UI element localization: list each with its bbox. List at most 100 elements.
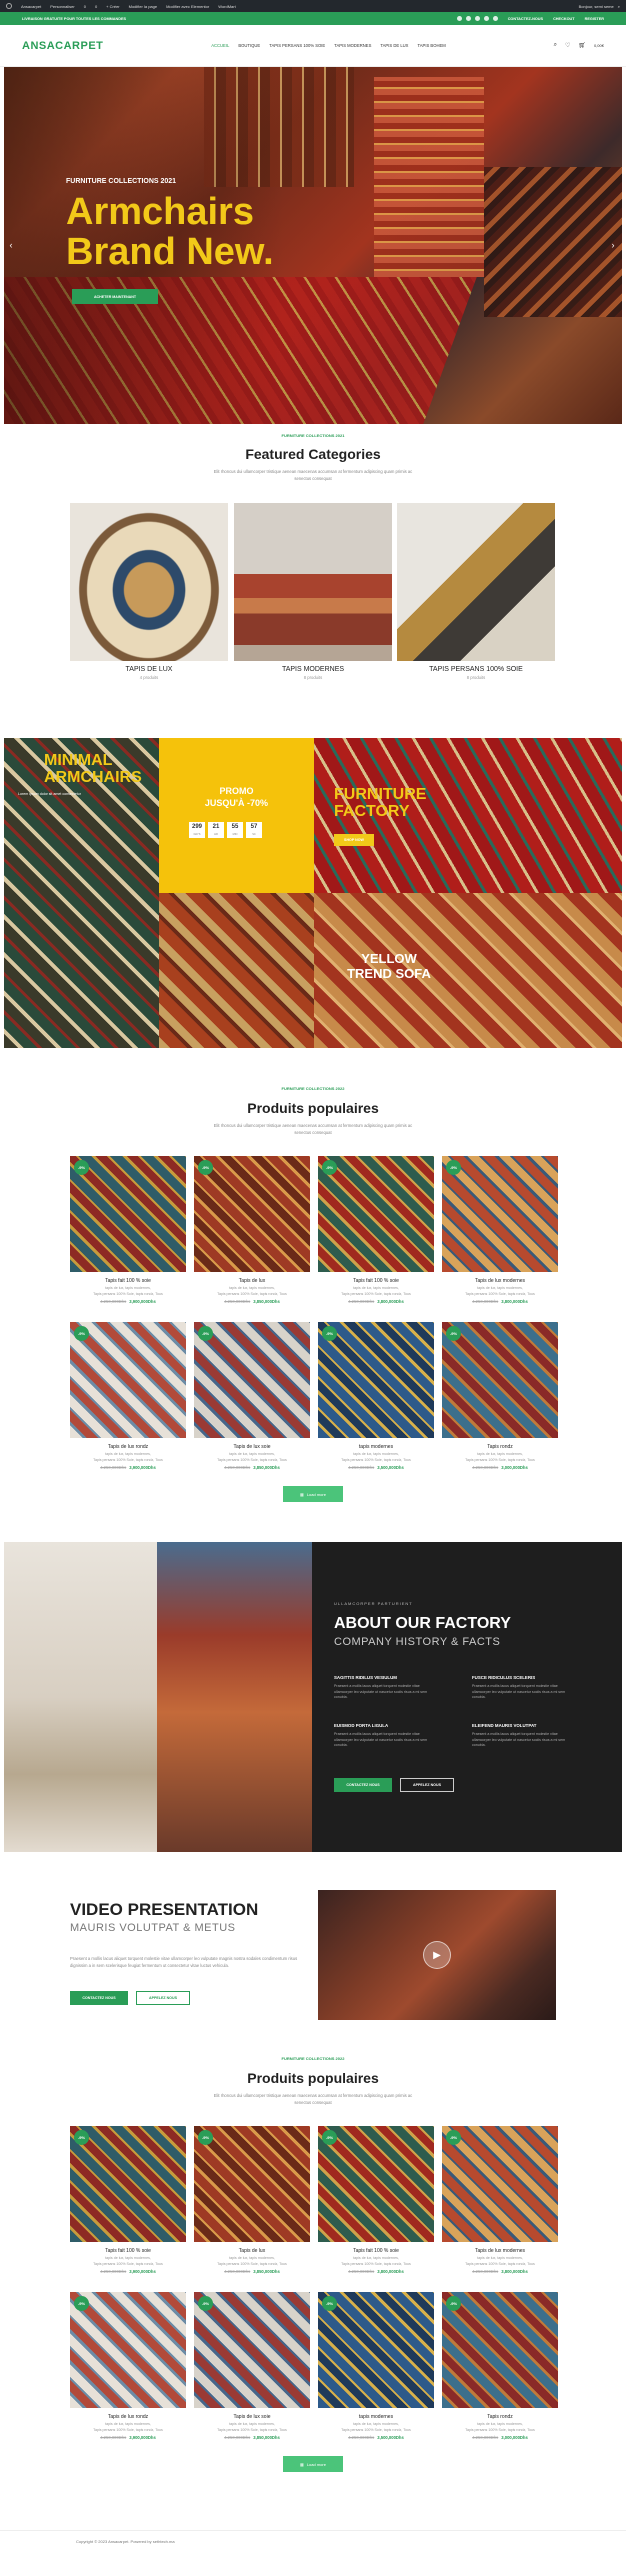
admin-item[interactable]: Modifier la page — [129, 4, 157, 9]
product-card[interactable]: -9% Tapis de lux soie tapis de lux, tapis … — [194, 2292, 310, 2440]
category-name[interactable]: TAPIS MODERNES — [234, 666, 392, 673]
linkedin-icon[interactable] — [483, 16, 489, 21]
topbar-link[interactable]: CONTACTEZ-NOUS — [508, 17, 543, 21]
product-image[interactable]: -9% — [442, 2292, 558, 2408]
contact-button[interactable]: CONTACTEZ NOUS — [70, 1991, 128, 2005]
nav-item-persans[interactable]: TAPIS PERSANS 100% SOIE — [269, 43, 325, 48]
category-image[interactable] — [397, 503, 555, 661]
load-more-button[interactable]: ▦ Load more — [283, 2456, 343, 2472]
product-image[interactable]: -9% — [70, 2126, 186, 2242]
hero-shop-button[interactable]: ACHETER MAINTENANT — [72, 289, 158, 304]
product-name[interactable]: Tapis de lux rondz — [70, 1444, 186, 1450]
nav-item-bohem[interactable]: TAPIS BOHEM — [417, 43, 445, 48]
nav-item-lux[interactable]: TAPIS DE LUX — [380, 43, 408, 48]
product-image[interactable]: -9% — [194, 1156, 310, 1272]
product-name[interactable]: Tapis de lux soie — [194, 2414, 310, 2420]
product-card[interactable]: -9% tapis modernes tapis de lux, tapis mod… — [318, 2292, 434, 2440]
product-name[interactable]: Tapis de lux — [194, 1278, 310, 1284]
product-image[interactable]: -9% — [318, 1156, 434, 1272]
category-card[interactable]: TAPIS DE LUX 4 produits — [70, 503, 228, 680]
product-card[interactable]: -9% Tapis de lux soie tapis de lux, tapis … — [194, 1322, 310, 1470]
product-image[interactable]: -9% — [318, 2292, 434, 2408]
product-card[interactable]: -9% Tapis de lux rondz tapis de lux, tapis… — [70, 2292, 186, 2440]
admin-item[interactable]: 0 — [84, 4, 86, 9]
product-card[interactable]: -9% Tapis rondz tapis de lux, tapis modern… — [442, 2292, 558, 2440]
nav-item-boutique[interactable]: BOUTIQUE — [238, 43, 260, 48]
product-name[interactable]: Tapis de lux — [194, 2248, 310, 2254]
topbar-link[interactable]: REGISTER — [585, 17, 604, 21]
product-card[interactable]: -9% Tapis rondz tapis de lux, tapis modern… — [442, 1322, 558, 1470]
product-name[interactable]: tapis modernes — [318, 1444, 434, 1450]
promo-tile-sale[interactable]: PROMO JUSQU'À -70% 299 DAYS 21 HR 55 MIN 57… — [159, 738, 314, 893]
category-image[interactable] — [70, 503, 228, 661]
promo-tile-yellow[interactable]: YELLOW TREND SOFA — [314, 893, 622, 1048]
site-logo[interactable]: ANSACARPET — [22, 40, 103, 52]
product-image[interactable]: -9% — [194, 2292, 310, 2408]
product-name[interactable]: Tapis de lux rondz — [70, 2414, 186, 2420]
product-image[interactable]: -9% — [442, 1156, 558, 1272]
chevron-right-icon[interactable]: › — [608, 240, 618, 250]
product-card[interactable]: -9% Tapis de lux tapis de lux, tapis moder… — [194, 2126, 310, 2274]
admin-item[interactable]: 0 — [95, 4, 97, 9]
product-image[interactable]: -9% — [194, 2126, 310, 2242]
admin-item[interactable]: + Créer — [106, 4, 119, 9]
product-image[interactable]: -9% — [70, 1156, 186, 1272]
product-image[interactable]: -9% — [70, 2292, 186, 2408]
admin-item[interactable]: WordMart — [218, 4, 235, 9]
telegram-icon[interactable] — [492, 16, 498, 21]
product-image[interactable]: -9% — [442, 1322, 558, 1438]
call-button[interactable]: APPELEZ NOUS — [136, 1991, 190, 2005]
nav-item-modernes[interactable]: TAPIS MODERNES — [334, 43, 371, 48]
product-name[interactable]: Tapis rondz — [442, 2414, 558, 2420]
heart-icon[interactable]: ♡ — [565, 42, 570, 49]
promo-tile-factory[interactable]: FURNITURE FACTORY SHOP NOW — [314, 738, 622, 893]
product-card[interactable]: -9% Tapis de lux modernes tapis de lux, ta… — [442, 2126, 558, 2274]
load-more-button[interactable]: ▦ Load more — [283, 1486, 343, 1502]
category-card[interactable]: TAPIS MODERNES 8 produits — [234, 503, 392, 680]
category-name[interactable]: TAPIS PERSANS 100% SOIE — [397, 666, 555, 673]
admin-item-wp[interactable] — [6, 3, 12, 9]
admin-greeting[interactable]: Bonjour, semi seme — [579, 4, 614, 9]
product-name[interactable]: Tapis fait 100 % soie — [318, 2248, 434, 2254]
pinterest-icon[interactable] — [474, 16, 480, 21]
product-image[interactable]: -9% — [442, 2126, 558, 2242]
product-name[interactable]: Tapis de lux soie — [194, 1444, 310, 1450]
admin-item[interactable]: Personnaliser — [50, 4, 74, 9]
product-card[interactable]: -9% Tapis de lux rondz tapis de lux, tapis… — [70, 1322, 186, 1470]
product-name[interactable]: Tapis rondz — [442, 1444, 558, 1450]
category-card[interactable]: TAPIS PERSANS 100% SOIE 8 produits — [397, 503, 555, 680]
product-image[interactable]: -9% — [318, 2126, 434, 2242]
category-name[interactable]: TAPIS DE LUX — [70, 666, 228, 673]
admin-item[interactable]: Modifier avec Elementor — [166, 4, 209, 9]
search-icon[interactable]: ⌕ — [618, 4, 620, 9]
product-card[interactable]: -9% Tapis de lux modernes tapis de lux, ta… — [442, 1156, 558, 1304]
nav-item-accueil[interactable]: ACCUEIL — [211, 43, 229, 48]
product-card[interactable]: -9% tapis modernes tapis de lux, tapis mod… — [318, 1322, 434, 1470]
product-image[interactable]: -9% — [318, 1322, 434, 1438]
cart-total[interactable]: 0,00€ — [594, 43, 604, 48]
search-icon[interactable]: ⌕ — [554, 42, 557, 49]
product-name[interactable]: Tapis fait 100 % soie — [70, 1278, 186, 1284]
product-name[interactable]: Tapis fait 100 % soie — [318, 1278, 434, 1284]
twitter-icon[interactable] — [465, 16, 471, 21]
play-icon[interactable]: ▶ — [423, 1941, 451, 1969]
facebook-icon[interactable] — [456, 16, 462, 21]
product-card[interactable]: -9% Tapis fait 100 % soie tapis de lux, ta… — [318, 2126, 434, 2274]
product-name[interactable]: Tapis de lux modernes — [442, 2248, 558, 2254]
product-name[interactable]: tapis modernes — [318, 2414, 434, 2420]
chevron-left-icon[interactable]: ‹ — [6, 240, 16, 250]
product-card[interactable]: -9% Tapis de lux tapis de lux, tapis moder… — [194, 1156, 310, 1304]
promo-tile-minimal[interactable]: MINIMAL ARMCHAIRS Lorem ipsum dolor sit a… — [4, 738, 159, 1048]
topbar-link[interactable]: CHECKOUT — [553, 17, 575, 21]
product-card[interactable]: -9% Tapis fait 100 % soie tapis de lux, ta… — [70, 1156, 186, 1304]
admin-item[interactable]: Ansacarpet — [21, 4, 41, 9]
promo-shop-button[interactable]: SHOP NOW — [334, 834, 374, 846]
call-button[interactable]: APPELEZ NOUS — [400, 1778, 454, 1792]
product-card[interactable]: -9% Tapis fait 100 % soie tapis de lux, ta… — [70, 2126, 186, 2274]
contact-button[interactable]: CONTACTEZ NOUS — [334, 1778, 392, 1792]
promo-tile-rug[interactable] — [159, 893, 314, 1048]
product-image[interactable]: -9% — [194, 1322, 310, 1438]
cart-icon[interactable]: 🛒︎ — [578, 42, 586, 49]
product-image[interactable]: -9% — [70, 1322, 186, 1438]
product-name[interactable]: Tapis de lux modernes — [442, 1278, 558, 1284]
